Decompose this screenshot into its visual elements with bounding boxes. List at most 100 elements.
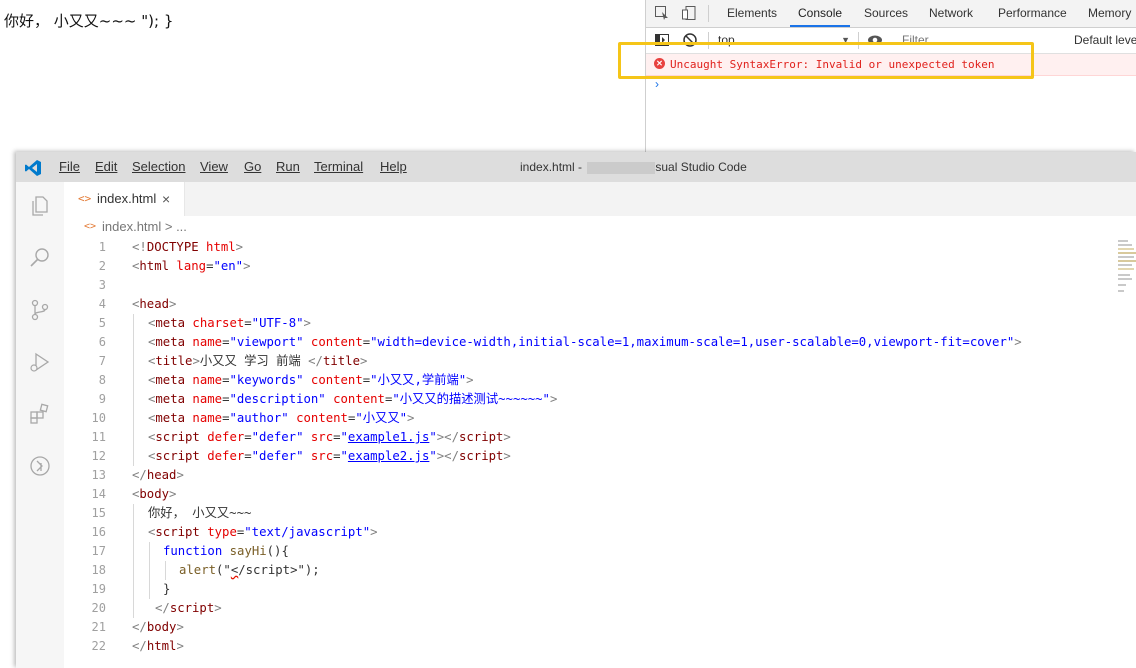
inspect-element-icon[interactable] <box>654 5 670 21</box>
window-title-suffix: sual Studio Code <box>655 160 747 174</box>
code-token: "defer" <box>251 449 304 463</box>
code-token: 你好， 小又又~~~ <box>148 506 252 520</box>
menu-go-label: Go <box>244 159 262 174</box>
explorer-icon[interactable] <box>28 194 52 218</box>
code-token: "小又又的描述测试~~~~~~" <box>392 392 550 406</box>
menu-edit[interactable]: Edit <box>95 152 117 182</box>
code-line-4: <head> <box>132 295 176 314</box>
breadcrumb-path[interactable]: index.html > ... <box>102 216 187 238</box>
code-token: meta <box>155 316 186 330</box>
code-token: "小又又,学前端" <box>370 373 467 387</box>
tab-performance[interactable]: Performance <box>998 0 1067 27</box>
device-toolbar-icon[interactable] <box>681 5 697 21</box>
code-token: ); <box>304 563 320 577</box>
code-token: content <box>303 373 363 387</box>
code-token: (){ <box>266 544 289 558</box>
line-number: 16 <box>91 525 106 539</box>
line-number: 18 <box>91 563 106 577</box>
line-number: 10 <box>91 411 106 425</box>
code-line-2: <html lang="en"> <box>132 257 251 276</box>
minimap[interactable] <box>1118 238 1136 298</box>
code-token: "keywords" <box>229 373 304 387</box>
code-token: </ <box>132 639 147 653</box>
code-token: meta <box>155 335 186 349</box>
code-line-5: <meta charset="UTF-8"> <box>148 314 311 333</box>
tab-sources[interactable]: Sources <box>864 0 908 27</box>
extensions-icon[interactable] <box>28 402 52 426</box>
code-line-20: </script> <box>155 599 222 618</box>
code-token: lang <box>169 259 207 273</box>
html-file-icon: <> <box>84 221 97 232</box>
code-token: > <box>503 430 511 444</box>
code-token: > <box>235 240 244 254</box>
code-line-14: <body> <box>132 485 176 504</box>
code-token: name <box>185 335 223 349</box>
tab-elements[interactable]: Elements <box>727 0 777 27</box>
code-token: 小又又 学习 前端 <box>199 354 309 368</box>
menu-go[interactable]: Go <box>244 152 261 182</box>
code-link-example2[interactable]: example2.js <box>348 449 429 463</box>
code-token: script <box>155 525 200 539</box>
code-token: > <box>243 259 251 273</box>
window-title: index.html - sual Studio Code <box>520 152 747 182</box>
code-token: (" <box>216 563 231 577</box>
console-prompt[interactable]: › <box>655 77 659 91</box>
code-token: meta <box>155 411 186 425</box>
code-token: = <box>244 449 252 463</box>
code-token: > <box>176 639 184 653</box>
code-token: = <box>244 316 252 330</box>
code-token: " <box>340 430 348 444</box>
tab-console[interactable]: Console <box>789 0 851 27</box>
code-token: "text/javascript" <box>244 525 371 539</box>
menu-run-label: Run <box>276 159 300 174</box>
code-token: "description" <box>229 392 326 406</box>
menu-selection[interactable]: Selection <box>132 152 185 182</box>
line-number-gutter: 1 2 3 4 5 6 7 8 9 10 11 12 13 14 15 16 17 18 19 20 21 22 <box>64 238 114 668</box>
code-line-6: <meta name="viewport" content="width=dev… <box>148 333 1022 352</box>
code-token: = <box>333 430 341 444</box>
code-token: defer <box>199 430 245 444</box>
menu-help[interactable]: Help <box>380 152 407 182</box>
code-editor[interactable]: 1 2 3 4 5 6 7 8 9 10 11 12 13 14 15 16 17 18 19 20 21 22 <!DO… <box>64 238 1136 668</box>
line-number: 1 <box>98 240 106 254</box>
code-token: </ <box>132 620 147 634</box>
source-control-icon[interactable] <box>28 298 52 322</box>
menu-view-label: View <box>200 159 228 174</box>
line-number: 7 <box>98 354 106 368</box>
menu-help-label: Help <box>380 159 407 174</box>
remote-icon[interactable] <box>28 454 52 478</box>
code-token: DOCTYPE <box>146 240 199 254</box>
close-icon[interactable]: × <box>162 182 170 216</box>
tab-memory[interactable]: Memory <box>1088 0 1131 27</box>
code-token: > <box>1014 335 1022 349</box>
code-token: script <box>155 430 200 444</box>
code-token: > <box>359 354 368 368</box>
line-number: 9 <box>98 392 106 406</box>
code-line-9: <meta name="description" content="小又又的描述… <box>148 390 557 409</box>
minimap-line <box>1118 290 1124 292</box>
code-token: </ <box>155 601 170 615</box>
code-token: ></ <box>436 449 459 463</box>
run-debug-icon[interactable] <box>28 350 52 374</box>
menu-file[interactable]: File <box>59 152 80 182</box>
code-token: /script>" <box>238 563 305 577</box>
line-number: 15 <box>91 506 106 520</box>
html-file-icon: <> <box>78 192 92 205</box>
menu-terminal[interactable]: Terminal <box>314 152 363 182</box>
line-number: 3 <box>98 278 106 292</box>
code-token: "author" <box>229 411 289 425</box>
search-icon[interactable] <box>28 246 52 270</box>
log-levels-dropdown[interactable]: Default levels <box>1074 32 1136 49</box>
menu-view[interactable]: View <box>200 152 228 182</box>
tab-network[interactable]: Network <box>929 0 973 27</box>
code-token: sayHi <box>222 544 267 558</box>
code-link-example1[interactable]: example1.js <box>348 430 429 444</box>
tab-index-html[interactable]: <> index.html × <box>64 182 185 216</box>
line-number: 22 <box>91 639 106 653</box>
minimap-line <box>1118 260 1136 262</box>
code-token: charset <box>185 316 245 330</box>
code-token: ></ <box>436 430 459 444</box>
code-token: meta <box>155 373 186 387</box>
menu-run[interactable]: Run <box>276 152 300 182</box>
code-token: title <box>322 354 360 368</box>
